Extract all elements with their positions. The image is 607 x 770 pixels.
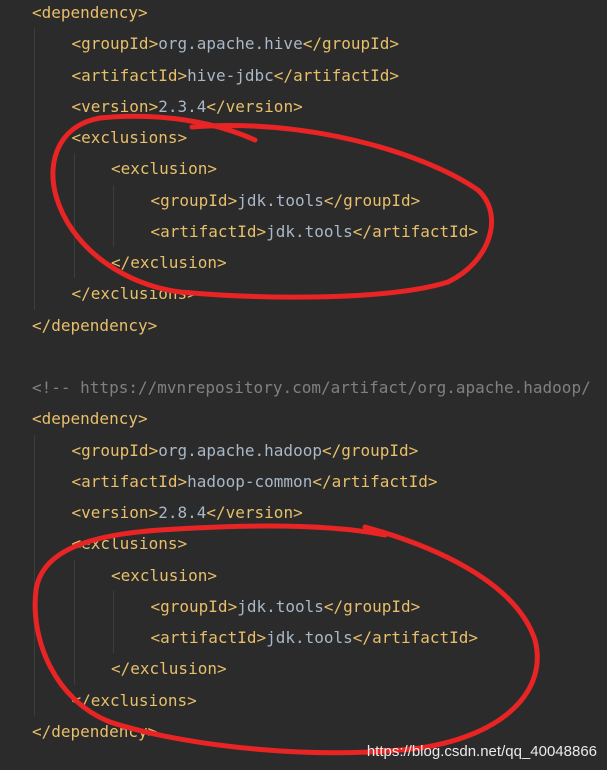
indent-guide — [73, 590, 75, 622]
xml-text-value: jdk.tools — [237, 190, 324, 210]
indent-guide — [73, 653, 75, 685]
indent-guide — [34, 90, 35, 122]
xml-close-tag: </groupId> — [321, 440, 419, 460]
indent-guide — [73, 215, 75, 247]
xml-close-tag: </artifactId> — [312, 471, 438, 491]
indent-guide — [73, 184, 75, 216]
indent-guide — [34, 684, 35, 716]
xml-text-value: org.apache.hive — [158, 34, 303, 54]
xml-open-tag: <groupId> — [71, 34, 159, 54]
xml-text-value: 2.8.4 — [158, 503, 207, 522]
indent-guide — [34, 559, 35, 591]
xml-close-tag: </artifactId> — [273, 65, 400, 85]
xml-close-tag: </version> — [206, 503, 303, 522]
code-line[interactable]: <artifactId>hadoop-common</artifactId> — [72, 466, 438, 497]
indent-guide — [113, 184, 114, 216]
xml-close-tag: </groupId> — [323, 190, 421, 210]
xml-text-value: jdk.tools — [266, 628, 353, 647]
xml-open-tag: <exclusions> — [71, 534, 188, 554]
code-line[interactable]: <groupId>jdk.tools</groupId> — [151, 185, 421, 216]
xml-close-tag: </groupId> — [323, 596, 421, 616]
xml-open-tag: <dependency> — [32, 409, 148, 429]
indent-guide — [34, 528, 35, 560]
xml-close-tag: </dependency> — [32, 721, 158, 741]
xml-open-tag: <dependency> — [32, 3, 148, 22]
code-line[interactable]: </exclusion> — [111, 653, 227, 684]
code-line[interactable]: <exclusion> — [111, 560, 217, 591]
xml-open-tag: <groupId> — [71, 440, 159, 460]
xml-open-tag: <version> — [71, 96, 159, 116]
code-line[interactable]: <version>2.3.4</version> — [72, 91, 303, 122]
xml-open-tag: <exclusion> — [111, 159, 217, 179]
indent-guide — [73, 559, 75, 591]
xml-comment: <!-- https://mvnrepository.com/artifact/… — [32, 378, 591, 397]
xml-open-tag: <artifactId> — [150, 628, 267, 647]
code-line[interactable]: <version>2.8.4</version> — [72, 497, 303, 528]
code-line[interactable]: <groupId>org.apache.hive</groupId> — [72, 28, 400, 59]
xml-close-tag: </exclusions> — [71, 690, 197, 710]
code-line[interactable]: </exclusions> — [72, 685, 197, 716]
xml-open-tag: <artifactId> — [71, 471, 188, 491]
indent-guide — [34, 622, 35, 654]
indent-guide — [113, 590, 114, 622]
indent-guide — [34, 653, 35, 685]
xml-close-tag: </artifactId> — [352, 221, 479, 241]
code-line[interactable]: <dependency> — [32, 0, 148, 28]
xml-close-tag: </exclusion> — [111, 659, 227, 679]
indent-guide — [34, 465, 35, 497]
indent-guide — [34, 184, 35, 216]
code-line[interactable]: <artifactId>hive-jdbc</artifactId> — [72, 60, 400, 91]
indent-guide — [34, 247, 35, 279]
indent-guide — [34, 59, 35, 91]
code-line[interactable]: <exclusions> — [72, 122, 188, 153]
code-line[interactable]: <exclusions> — [72, 528, 188, 559]
indent-guide — [34, 153, 35, 185]
xml-open-tag: <artifactId> — [71, 65, 188, 85]
code-line[interactable]: </dependency> — [32, 310, 157, 341]
code-line[interactable]: </dependency> — [32, 716, 157, 747]
code-line[interactable]: <groupId>org.apache.hadoop</groupId> — [72, 435, 419, 466]
indent-guide — [34, 590, 35, 622]
indent-guide — [73, 622, 75, 654]
indent-guide — [34, 497, 35, 529]
xml-open-tag: <version> — [71, 503, 159, 522]
xml-text-value: jdk.tools — [237, 596, 324, 616]
indent-guide — [113, 215, 114, 247]
code-editor[interactable]: <dependency> <groupId>org.apache.hive</gr… — [0, 0, 607, 770]
xml-close-tag: </exclusions> — [71, 284, 197, 304]
code-line[interactable]: <artifactId>jdk.tools</artifactId> — [151, 216, 479, 247]
xml-open-tag: <artifactId> — [150, 221, 267, 241]
xml-open-tag: <exclusion> — [111, 565, 217, 585]
xml-open-tag: <groupId> — [150, 190, 238, 210]
indent-guide — [73, 247, 75, 279]
code-line[interactable]: </exclusions> — [72, 278, 197, 309]
xml-close-tag: </version> — [206, 96, 303, 116]
code-line[interactable]: <!-- https://mvnrepository.com/artifact/… — [32, 372, 591, 403]
xml-close-tag: </dependency> — [32, 315, 158, 335]
code-line[interactable]: <dependency> — [32, 403, 148, 434]
xml-text-value: jdk.tools — [266, 221, 353, 241]
code-line[interactable]: <exclusion> — [111, 153, 217, 184]
xml-text-value: 2.3.4 — [158, 96, 207, 116]
indent-guide — [34, 215, 35, 247]
xml-open-tag: <exclusions> — [71, 128, 188, 147]
indent-guide — [113, 622, 114, 654]
watermark-text: https://blog.csdn.net/qq_40048866 — [366, 743, 597, 760]
xml-close-tag: </groupId> — [302, 34, 400, 54]
indent-guide — [34, 434, 35, 466]
code-line[interactable]: <groupId>jdk.tools</groupId> — [151, 591, 421, 622]
xml-close-tag: </artifactId> — [352, 628, 479, 647]
indent-guide — [34, 28, 35, 60]
code-line[interactable]: <artifactId>jdk.tools</artifactId> — [151, 622, 479, 653]
xml-open-tag: <groupId> — [150, 596, 238, 616]
xml-text-value: hadoop-common — [187, 471, 313, 491]
indent-guide — [34, 278, 35, 310]
indent-guide — [73, 153, 75, 185]
code-line[interactable]: </exclusion> — [111, 247, 227, 278]
indent-guide — [34, 122, 35, 154]
xml-close-tag: </exclusion> — [111, 253, 227, 272]
xml-text-value: org.apache.hadoop — [158, 440, 322, 460]
xml-text-value: hive-jdbc — [187, 65, 274, 85]
